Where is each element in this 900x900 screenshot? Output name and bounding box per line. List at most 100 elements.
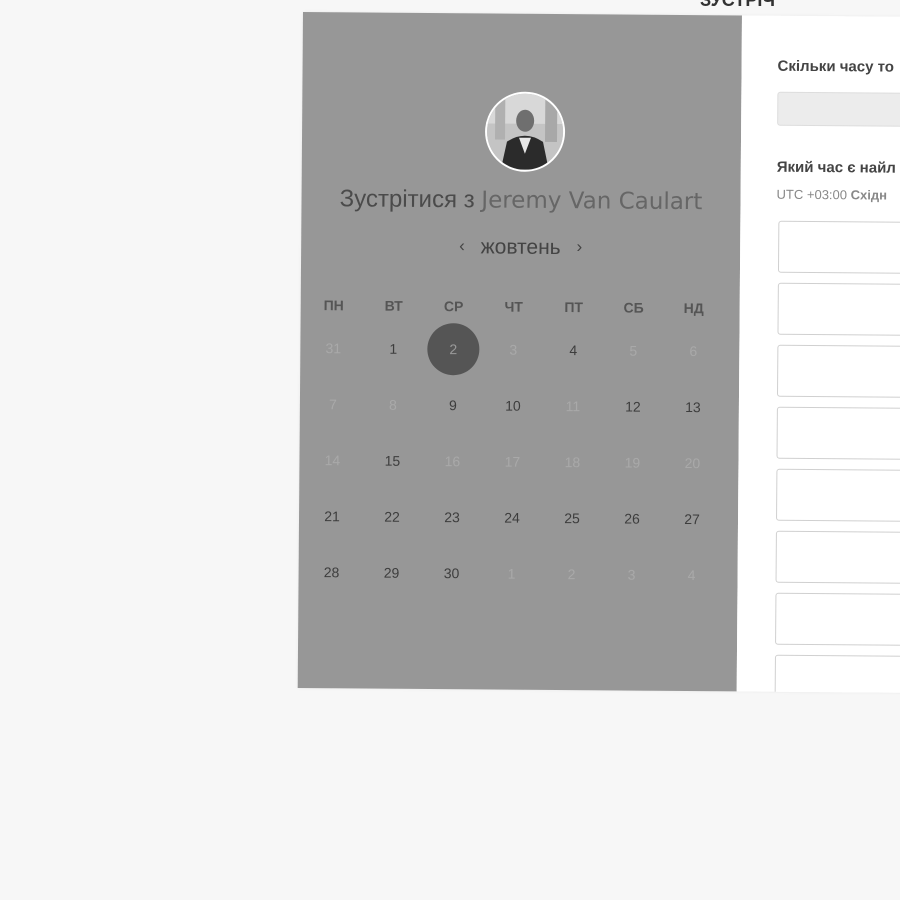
host-avatar	[484, 91, 566, 173]
time-slot-button[interactable]	[777, 282, 900, 337]
calendar-day[interactable]: 27	[662, 491, 722, 547]
calendar-day-number: 1	[389, 340, 398, 357]
calendar-day-number: 24	[504, 509, 520, 526]
weekday-header: НД	[683, 299, 704, 317]
calendar-day[interactable]: 30	[421, 545, 481, 601]
time-slot-button[interactable]	[774, 654, 900, 693]
timezone-name: Східн	[850, 187, 888, 203]
calendar-day: 14	[302, 432, 362, 488]
calendar-day-number: 17	[504, 453, 521, 470]
time-slot-button[interactable]	[777, 220, 900, 275]
calendar-day-number: 5	[629, 342, 638, 359]
calendar-day-number: 14	[324, 452, 341, 469]
calendar-day-number: 4	[687, 567, 696, 584]
time-slot-button[interactable]	[776, 468, 900, 523]
calendar-day-number: 30	[443, 565, 460, 582]
weekday-header: ПТ	[564, 299, 584, 316]
calendar-day[interactable]: 25	[542, 490, 602, 546]
next-month-button[interactable]: ›	[566, 237, 592, 257]
calendar-day: 17	[482, 433, 542, 489]
calendar-day-number: 23	[444, 509, 460, 526]
calendar-day-number: 25	[564, 510, 580, 527]
timezone-label[interactable]: UTC +03:00 Східн	[777, 187, 888, 203]
calendar-day-number: 13	[685, 399, 701, 416]
calendar-day[interactable]: 23	[422, 489, 482, 545]
time-slot-list	[774, 220, 900, 693]
calendar-day-number: 22	[384, 508, 400, 525]
calendar-day[interactable]: 12	[603, 378, 663, 434]
calendar-day-number: 7	[328, 396, 337, 413]
calendar-day[interactable]: 22	[362, 488, 422, 544]
calendar-day: 1	[481, 545, 541, 601]
month-navigator: ‹ жовтень ›	[301, 234, 740, 261]
page-header: ЗУСТРІЧ	[700, 0, 775, 10]
meeting-title-prefix: Зустрітися з	[339, 185, 475, 214]
calendar-day-number: 20	[684, 455, 701, 472]
calendar-day: 3	[601, 546, 661, 602]
calendar-day-number: 9	[448, 397, 457, 414]
weekday-header: ВТ	[384, 297, 403, 314]
calendar-day: 19	[602, 434, 662, 490]
weekday-header: СР	[443, 298, 464, 315]
calendar-day-number: 2	[567, 566, 576, 583]
calendar-day-number: 6	[689, 343, 698, 360]
calendar-day-number: 27	[684, 511, 700, 528]
timezone-offset: UTC +03:00	[776, 186, 848, 203]
calendar-day[interactable]: 29	[361, 544, 421, 600]
time-slot-button[interactable]	[775, 592, 900, 647]
calendar-day-number: 21	[324, 508, 340, 525]
calendar-day-number: 16	[444, 453, 461, 470]
calendar-day[interactable]: 21	[302, 488, 362, 544]
duration-selector[interactable]	[777, 91, 900, 128]
calendar-day: 3	[483, 321, 543, 377]
meeting-title: Зустрітися з Jeremy Van Caulart	[301, 185, 740, 216]
calendar-day: 8	[363, 376, 423, 432]
booking-form-panel: Скільки часу то Який час є найл UTC +03:…	[736, 15, 900, 693]
calendar-day-number: 15	[384, 452, 401, 469]
calendar-day: 6	[663, 323, 723, 379]
calendar-day[interactable]: 4	[543, 322, 603, 378]
calendar-day-number: 28	[323, 564, 340, 581]
duration-question: Скільки часу то	[777, 57, 895, 76]
calendar-day-number: 2	[427, 322, 480, 376]
time-question: Який час є найл	[776, 158, 896, 177]
calendar-day[interactable]: 13	[663, 379, 723, 435]
calendar-day[interactable]: 28	[301, 544, 361, 600]
calendar-day: 5	[603, 322, 663, 378]
time-slot-button[interactable]	[776, 344, 900, 399]
calendar-day: 11	[543, 378, 603, 434]
calendar-day: 4	[661, 547, 721, 603]
time-slot-button[interactable]	[776, 406, 900, 461]
weekday-header: ЧТ	[504, 298, 523, 315]
calendar-day-number: 31	[325, 340, 342, 357]
calendar-day-number: 3	[627, 566, 636, 583]
calendar-day-number: 1	[507, 565, 516, 582]
host-name: Jeremy Van Caulart	[481, 187, 703, 216]
calendar-day: 31	[303, 320, 363, 376]
calendar-day-number: 10	[505, 397, 521, 414]
calendar-day-number: 8	[388, 396, 397, 413]
calendar-day: 20	[662, 435, 722, 491]
weekday-header: ПН	[323, 297, 344, 314]
calendar-panel: Зустрітися з Jeremy Van Caulart ‹ жовтен…	[297, 12, 742, 692]
calendar-day[interactable]: 26	[602, 490, 662, 546]
calendar-day: 2	[541, 546, 601, 602]
prev-month-button[interactable]: ‹	[449, 236, 475, 256]
calendar-day-number: 29	[383, 564, 400, 581]
calendar-day: 7	[303, 376, 363, 432]
calendar-day[interactable]: 9	[423, 377, 483, 433]
current-month-label: жовтень	[480, 235, 561, 260]
calendar-day: 16	[422, 433, 482, 489]
calendar-day-selected[interactable]: 2	[423, 321, 483, 377]
calendar-day-number: 3	[509, 341, 518, 358]
booking-widget: Зустрітися з Jeremy Van Caulart ‹ жовтен…	[297, 12, 900, 693]
calendar-day[interactable]: 24	[482, 489, 542, 545]
calendar-day: 18	[542, 434, 602, 490]
calendar-day-number: 12	[625, 398, 641, 415]
calendar-day[interactable]: 15	[362, 432, 422, 488]
weekday-header: СБ	[623, 299, 644, 316]
time-slot-button[interactable]	[775, 530, 900, 585]
calendar-day[interactable]: 10	[483, 377, 543, 433]
calendar-day[interactable]: 1	[363, 320, 423, 376]
calendar-day-number: 19	[624, 454, 641, 471]
